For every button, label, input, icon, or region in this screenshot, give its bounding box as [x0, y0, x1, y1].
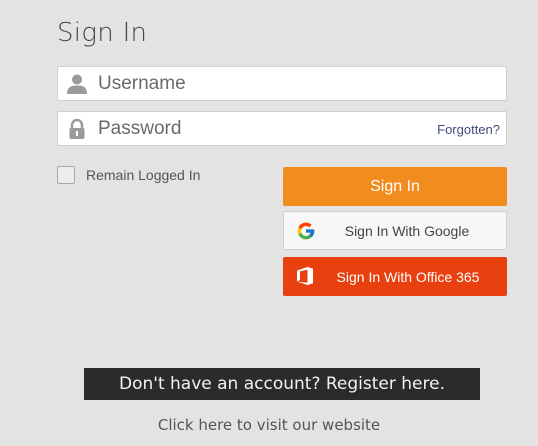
forgot-password-link[interactable]: Forgotten? [437, 122, 500, 137]
register-link[interactable]: Don't have an account? Register here. [84, 368, 480, 400]
remember-checkbox[interactable] [57, 166, 75, 184]
sign-in-button[interactable]: Sign In [283, 167, 507, 206]
username-field[interactable] [57, 66, 507, 101]
google-sign-in-button[interactable]: Sign In With Google [283, 211, 507, 250]
visit-website-link[interactable]: Click here to visit our website [0, 416, 538, 434]
office365-sign-in-label: Sign In With Office 365 [336, 268, 480, 285]
google-sign-in-label: Sign In With Google [344, 222, 470, 239]
page-title: Sign In [57, 18, 148, 48]
remember-me[interactable]: Remain Logged In [57, 166, 200, 184]
password-input[interactable] [98, 112, 428, 145]
remember-label: Remain Logged In [86, 167, 201, 183]
username-input[interactable] [98, 67, 428, 100]
password-field[interactable]: Forgotten? [57, 111, 507, 146]
google-logo-icon [296, 221, 316, 241]
lock-icon [66, 118, 88, 140]
office-365-logo-icon [295, 266, 315, 286]
user-icon [66, 73, 88, 95]
sign-in-label: Sign In [370, 177, 420, 195]
office365-sign-in-button[interactable]: Sign In With Office 365 [283, 257, 507, 296]
